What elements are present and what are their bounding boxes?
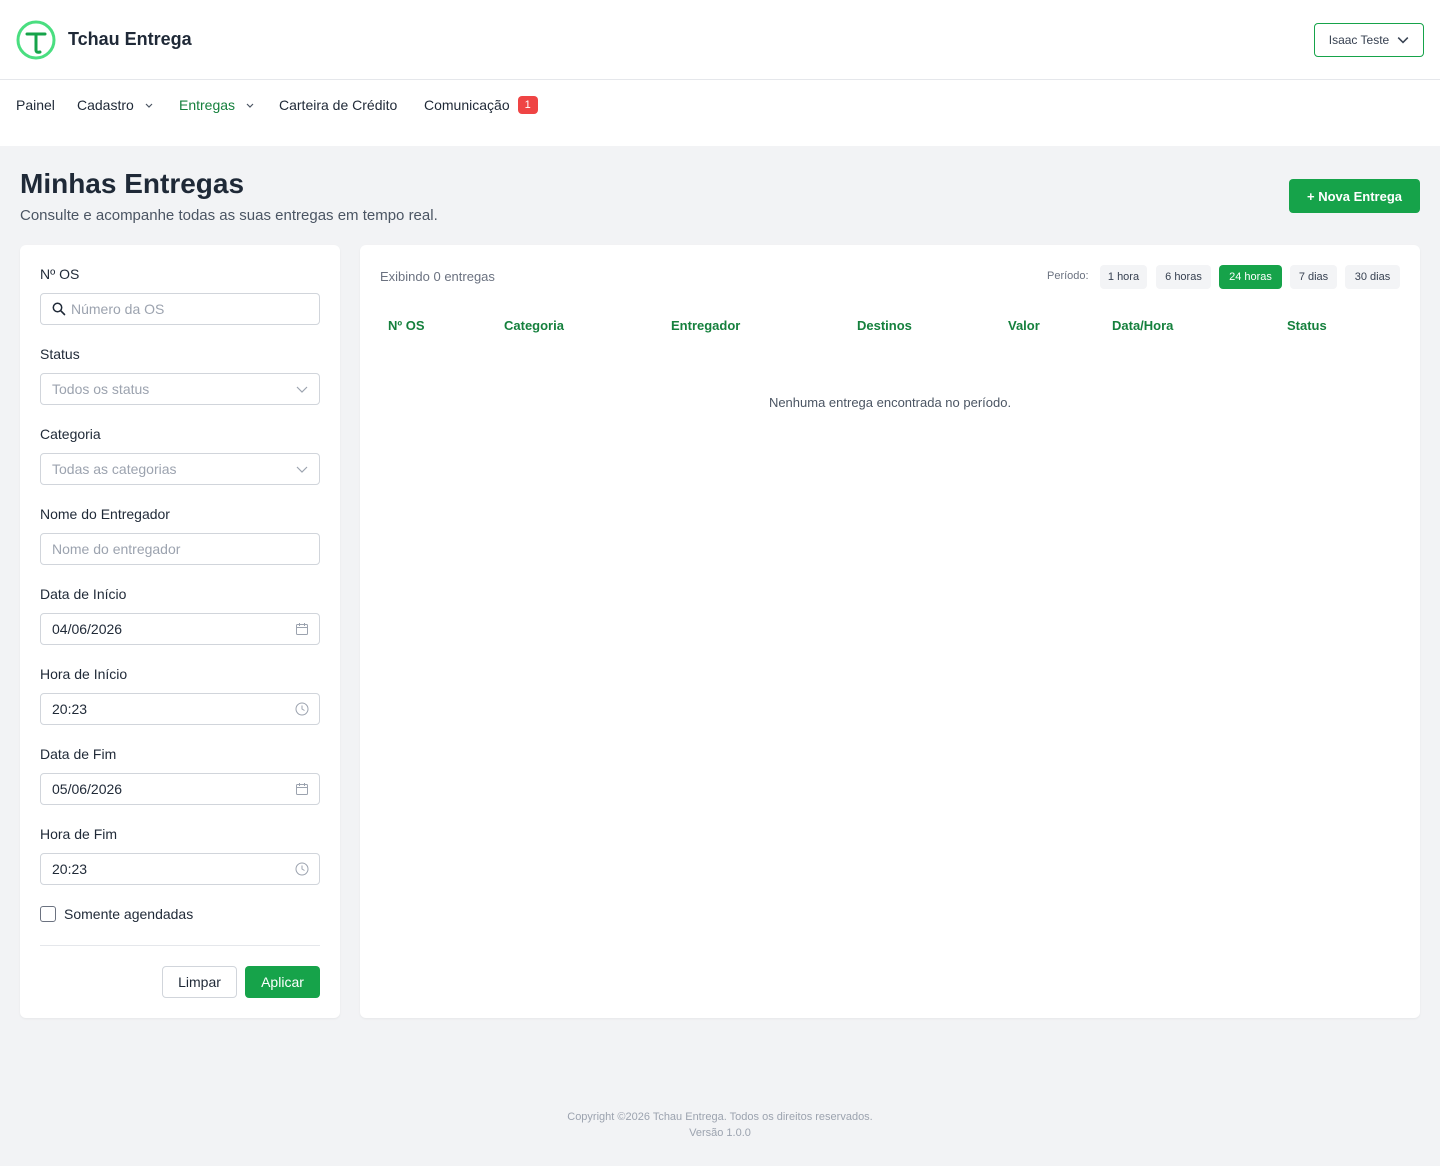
agendadas-label: Somente agendadas: [64, 906, 194, 922]
nav-comunicacao[interactable]: Comunicação 1: [424, 96, 538, 114]
agendadas-checkbox[interactable]: [40, 906, 56, 922]
os-placeholder: Número da OS: [71, 301, 165, 317]
user-name: Isaac Teste: [1328, 33, 1390, 47]
column-header-status[interactable]: Status: [1287, 318, 1327, 333]
nav-comunicacao-label: Comunicação: [424, 97, 510, 113]
empty-message: Nenhuma entrega encontrada no período.: [768, 395, 1012, 410]
period-label: Período:: [1047, 270, 1089, 282]
period-24-horas[interactable]: 24 horas: [1219, 265, 1282, 289]
data-inicio-label: Data de Início: [40, 586, 127, 602]
data-fim-label: Data de Fim: [40, 746, 117, 762]
categoria-placeholder: Todas as categorias: [52, 461, 177, 477]
hora-fim-label: Hora de Fim: [40, 826, 118, 842]
column-header-os[interactable]: Nº OS: [388, 318, 425, 333]
nav-entregas-label: Entregas: [179, 97, 236, 113]
column-header-data-hora[interactable]: Data/Hora: [1112, 318, 1173, 333]
hora-inicio-value: 20:23: [52, 701, 88, 717]
apply-button[interactable]: Aplicar: [245, 966, 320, 998]
chevron-down-icon: [1397, 37, 1409, 44]
new-delivery-button[interactable]: + Nova Entrega: [1289, 179, 1420, 213]
page-title: Minhas Entregas: [20, 168, 245, 199]
divider: [40, 945, 320, 946]
nav-carteira[interactable]: Carteira de Crédito: [279, 97, 397, 113]
page-subtitle: Consulte e acompanhe todas as suas entre…: [20, 207, 438, 224]
chevron-down-icon: [296, 386, 308, 393]
os-search-input[interactable]: Número da OS: [40, 293, 320, 325]
calendar-icon[interactable]: [295, 782, 309, 796]
hora-fim-value: 20:23: [52, 861, 88, 877]
status-select[interactable]: Todos os status: [40, 373, 320, 405]
period-30-dias[interactable]: 30 dias: [1345, 265, 1400, 289]
filters-panel: Nº OS Número da OS Status Todos os statu…: [20, 245, 340, 1018]
results-panel: Exibindo 0 entregas Período: 1 hora 6 ho…: [360, 245, 1420, 1018]
chevron-down-icon: [246, 103, 254, 108]
nav-cadastro-label: Cadastro: [77, 97, 134, 113]
hora-fim-input[interactable]: 20:23: [40, 853, 320, 885]
nav-cadastro[interactable]: Cadastro: [77, 97, 154, 113]
chevron-down-icon: [145, 103, 153, 108]
column-header-categoria[interactable]: Categoria: [504, 318, 564, 333]
hora-inicio-input[interactable]: 20:23: [40, 693, 320, 725]
data-inicio-input[interactable]: 04/06/2026: [40, 613, 320, 645]
chevron-down-icon: [296, 466, 308, 473]
logo-icon[interactable]: [16, 20, 56, 60]
clock-icon[interactable]: [295, 702, 309, 716]
period-7-dias[interactable]: 7 dias: [1290, 265, 1337, 289]
column-header-destinos[interactable]: Destinos: [857, 318, 912, 333]
nav-entregas[interactable]: Entregas: [179, 97, 255, 113]
period-6-horas[interactable]: 6 horas: [1156, 265, 1211, 289]
entregador-input[interactable]: Nome do entregador: [40, 533, 320, 565]
os-label: Nº OS: [40, 266, 80, 282]
data-inicio-value: 04/06/2026: [52, 621, 123, 637]
entregador-placeholder: Nome do entregador: [52, 541, 181, 557]
column-header-entregador[interactable]: Entregador: [671, 318, 740, 333]
results-count: Exibindo 0 entregas: [380, 269, 495, 284]
top-bar: Tchau Entrega Isaac Teste: [0, 0, 1440, 80]
clock-icon[interactable]: [295, 862, 309, 876]
footer-copyright: Copyright ©2026 Tchau Entrega. Todos os …: [567, 1111, 873, 1123]
main-nav: Painel Cadastro Entregas Carteira de Cré…: [0, 80, 1440, 146]
footer-version: Versão 1.0.0: [689, 1127, 751, 1139]
data-fim-input[interactable]: 05/06/2026: [40, 773, 320, 805]
user-menu-button[interactable]: Isaac Teste: [1314, 23, 1424, 57]
status-placeholder: Todos os status: [52, 381, 150, 397]
categoria-label: Categoria: [40, 426, 101, 442]
agendadas-option[interactable]: Somente agendadas: [40, 906, 193, 922]
clear-button[interactable]: Limpar: [162, 966, 237, 998]
brand-name[interactable]: Tchau Entrega: [68, 29, 192, 50]
categoria-select[interactable]: Todas as categorias: [40, 453, 320, 485]
nav-painel-label: Painel: [16, 97, 55, 113]
column-header-valor[interactable]: Valor: [1008, 318, 1040, 333]
notification-badge: 1: [517, 96, 538, 114]
entregador-label: Nome do Entregador: [40, 506, 170, 522]
status-label: Status: [40, 346, 80, 362]
period-1-hora[interactable]: 1 hora: [1100, 265, 1147, 289]
nav-painel[interactable]: Painel: [16, 97, 55, 113]
search-icon: [52, 302, 66, 316]
hora-inicio-label: Hora de Início: [40, 666, 128, 682]
nav-carteira-label: Carteira de Crédito: [279, 97, 398, 113]
data-fim-value: 05/06/2026: [52, 781, 123, 797]
calendar-icon[interactable]: [295, 622, 309, 636]
